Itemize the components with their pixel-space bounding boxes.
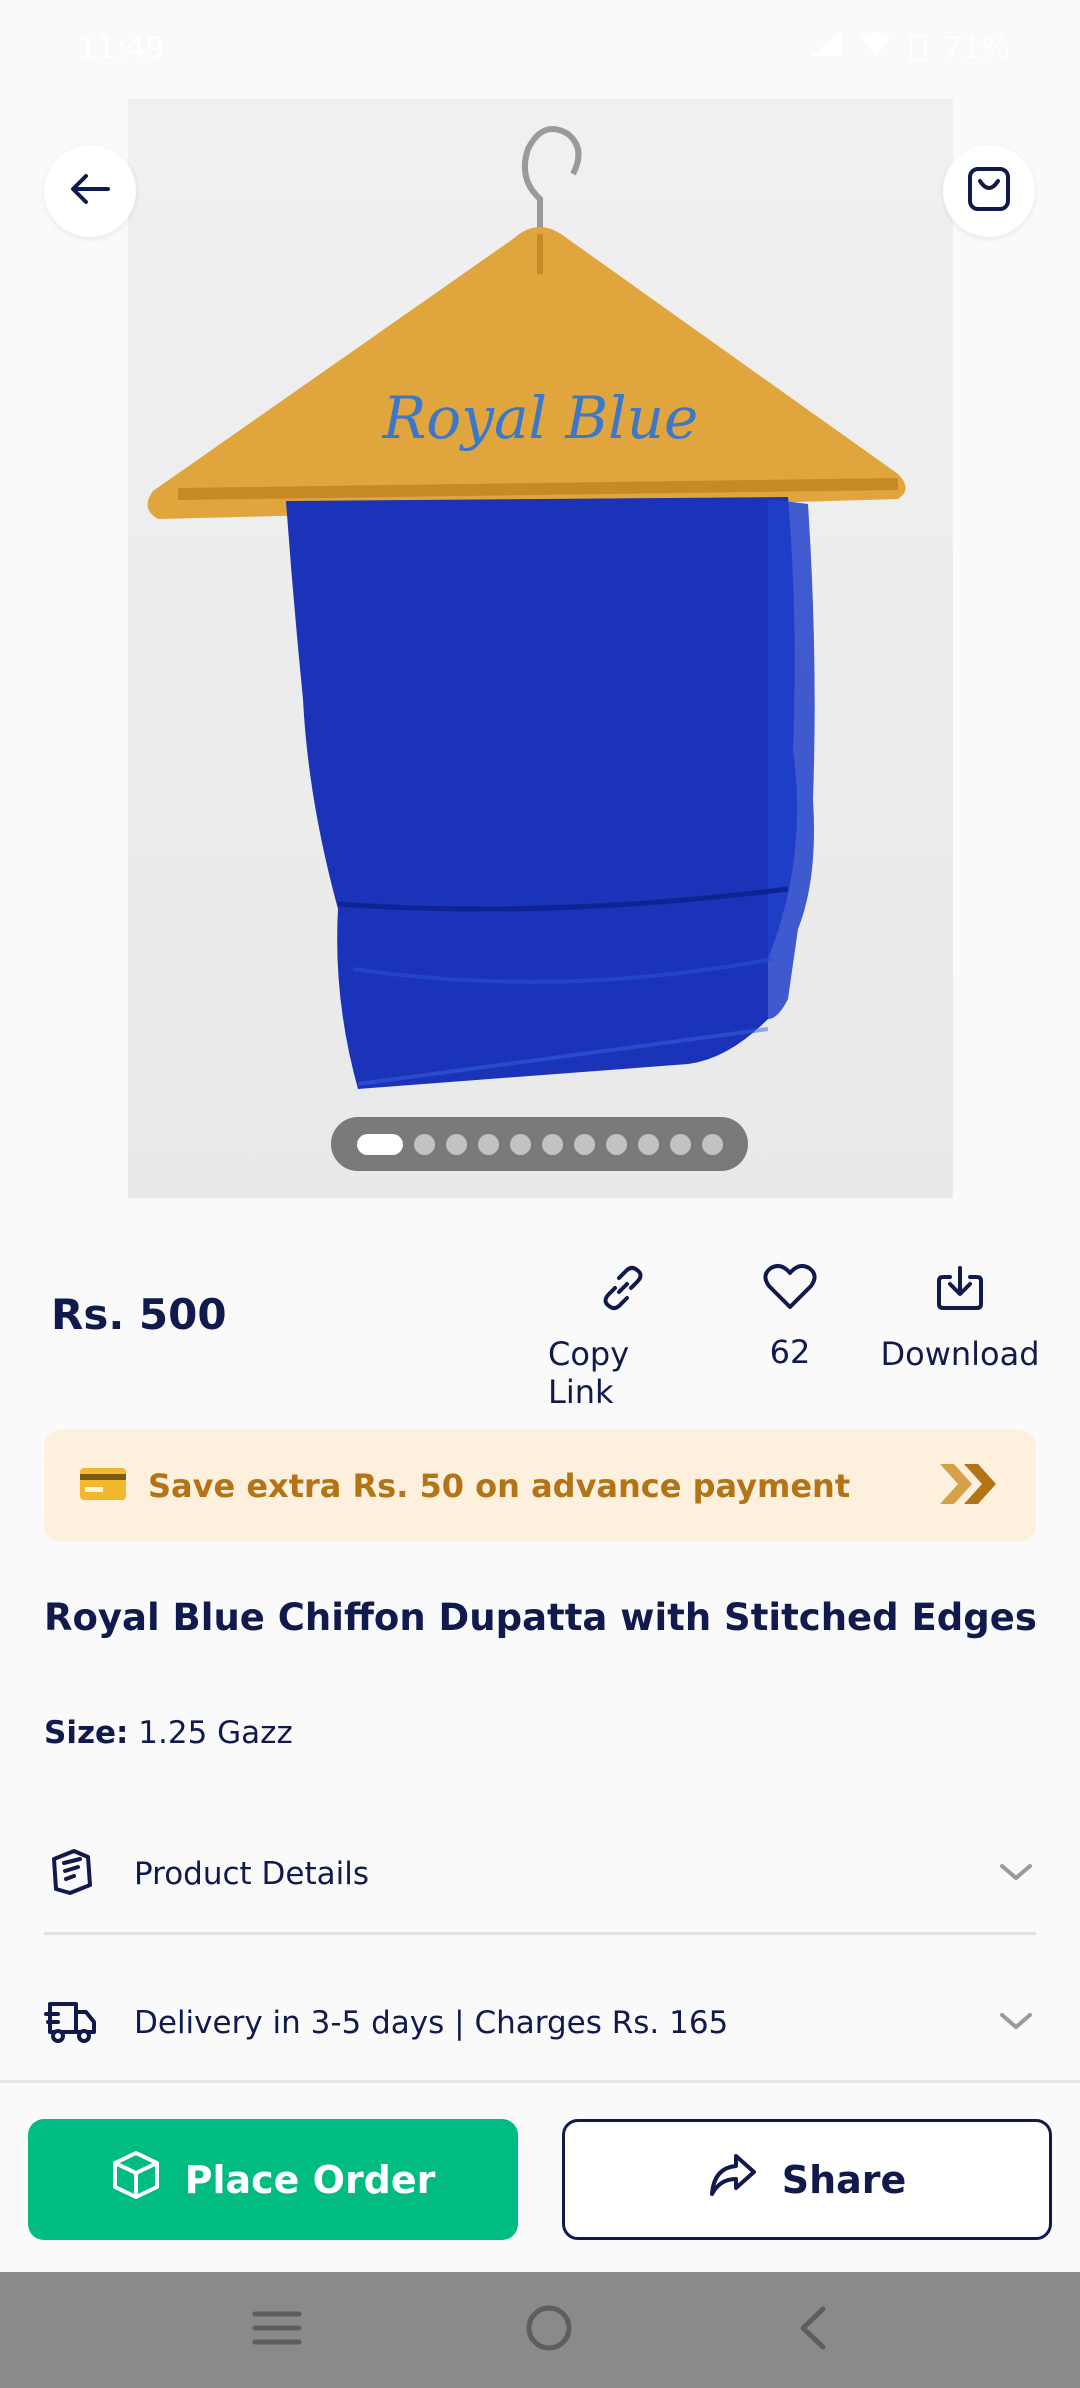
product-price: Rs. 500 (51, 1290, 227, 1339)
advance-payment-banner[interactable]: Save extra Rs. 50 on advance payment (44, 1430, 1036, 1541)
wifi-icon (859, 30, 893, 66)
status-bar: 11:49 71% (0, 0, 1080, 96)
chevron-down-icon (996, 1860, 1036, 1888)
dupatta-on-hanger-illustration (147, 126, 906, 1089)
bottom-bar-divider (0, 2080, 1080, 2083)
share-button[interactable]: Share (562, 2119, 1052, 2240)
battery-icon (909, 34, 928, 62)
signal-icon (809, 30, 843, 66)
product-details-accordion[interactable]: Product Details (44, 1815, 1036, 1935)
download-button[interactable]: Download (880, 1263, 1040, 1373)
place-order-button[interactable]: Place Order (28, 2119, 518, 2240)
like-count: 62 (769, 1333, 811, 1371)
status-time: 11:49 (78, 30, 165, 66)
share-label: Share (781, 2157, 907, 2202)
product-image[interactable]: Royal Blue (128, 99, 953, 1198)
share-arrow-icon (708, 2152, 758, 2207)
double-chevron-right-icon (938, 1460, 1000, 1512)
pagination-dot[interactable] (356, 1133, 403, 1155)
product-page: 11:49 71% Royal Blue Rs. 500 Copy Link 6… (0, 0, 1080, 2388)
image-caption: Royal Blue (382, 384, 699, 452)
arrow-left-icon (68, 171, 112, 211)
document-icon (44, 1845, 98, 1903)
pagination-dot[interactable] (573, 1133, 595, 1155)
product-size: Size: 1.25 Gazz (44, 1715, 293, 1751)
download-label: Download (880, 1335, 1040, 1373)
system-nav-bar (0, 2272, 1080, 2388)
pagination-dot[interactable] (445, 1133, 467, 1155)
credit-card-icon (80, 1467, 126, 1504)
size-value: 1.25 Gazz (138, 1715, 293, 1751)
delivery-accordion[interactable]: Delivery in 3-5 days | Charges Rs. 165 (44, 1973, 1036, 2073)
image-pagination[interactable] (331, 1117, 748, 1171)
pagination-dot[interactable] (477, 1133, 499, 1155)
home-button[interactable] (524, 2303, 574, 2357)
shopping-bag-icon (966, 165, 1012, 217)
pagination-dot[interactable] (701, 1133, 723, 1155)
place-order-label: Place Order (184, 2157, 436, 2202)
heart-icon (763, 1263, 817, 1319)
recent-apps-button[interactable] (251, 2308, 303, 2352)
product-details-label: Product Details (134, 1855, 370, 1892)
delivery-label: Delivery in 3-5 days | Charges Rs. 165 (134, 2005, 729, 2041)
system-back-button[interactable] (795, 2305, 829, 2355)
pagination-dot[interactable] (413, 1133, 435, 1155)
download-icon (935, 1263, 985, 1321)
copy-link-button[interactable]: Copy Link (548, 1263, 698, 1411)
truck-icon (44, 1996, 98, 2050)
like-button[interactable]: 62 (740, 1263, 840, 1371)
copy-link-label: Copy Link (548, 1335, 630, 1411)
battery-percent: 71% (943, 30, 1010, 66)
size-label: Size: (44, 1715, 129, 1751)
pagination-dot[interactable] (605, 1133, 627, 1155)
chevron-down-icon (996, 2009, 1036, 2037)
pagination-dot[interactable] (541, 1133, 563, 1155)
product-title: Royal Blue Chiffon Dupatta with Stitched… (44, 1596, 1037, 1639)
link-icon (598, 1263, 648, 1321)
cart-button[interactable] (943, 145, 1035, 237)
promo-text: Save extra Rs. 50 on advance payment (148, 1466, 851, 1505)
status-icons: 71% (809, 30, 1010, 66)
box-icon (111, 2149, 161, 2210)
pagination-dot[interactable] (669, 1133, 691, 1155)
pagination-dot[interactable] (509, 1133, 531, 1155)
back-button[interactable] (44, 145, 136, 237)
pagination-dot[interactable] (637, 1133, 659, 1155)
